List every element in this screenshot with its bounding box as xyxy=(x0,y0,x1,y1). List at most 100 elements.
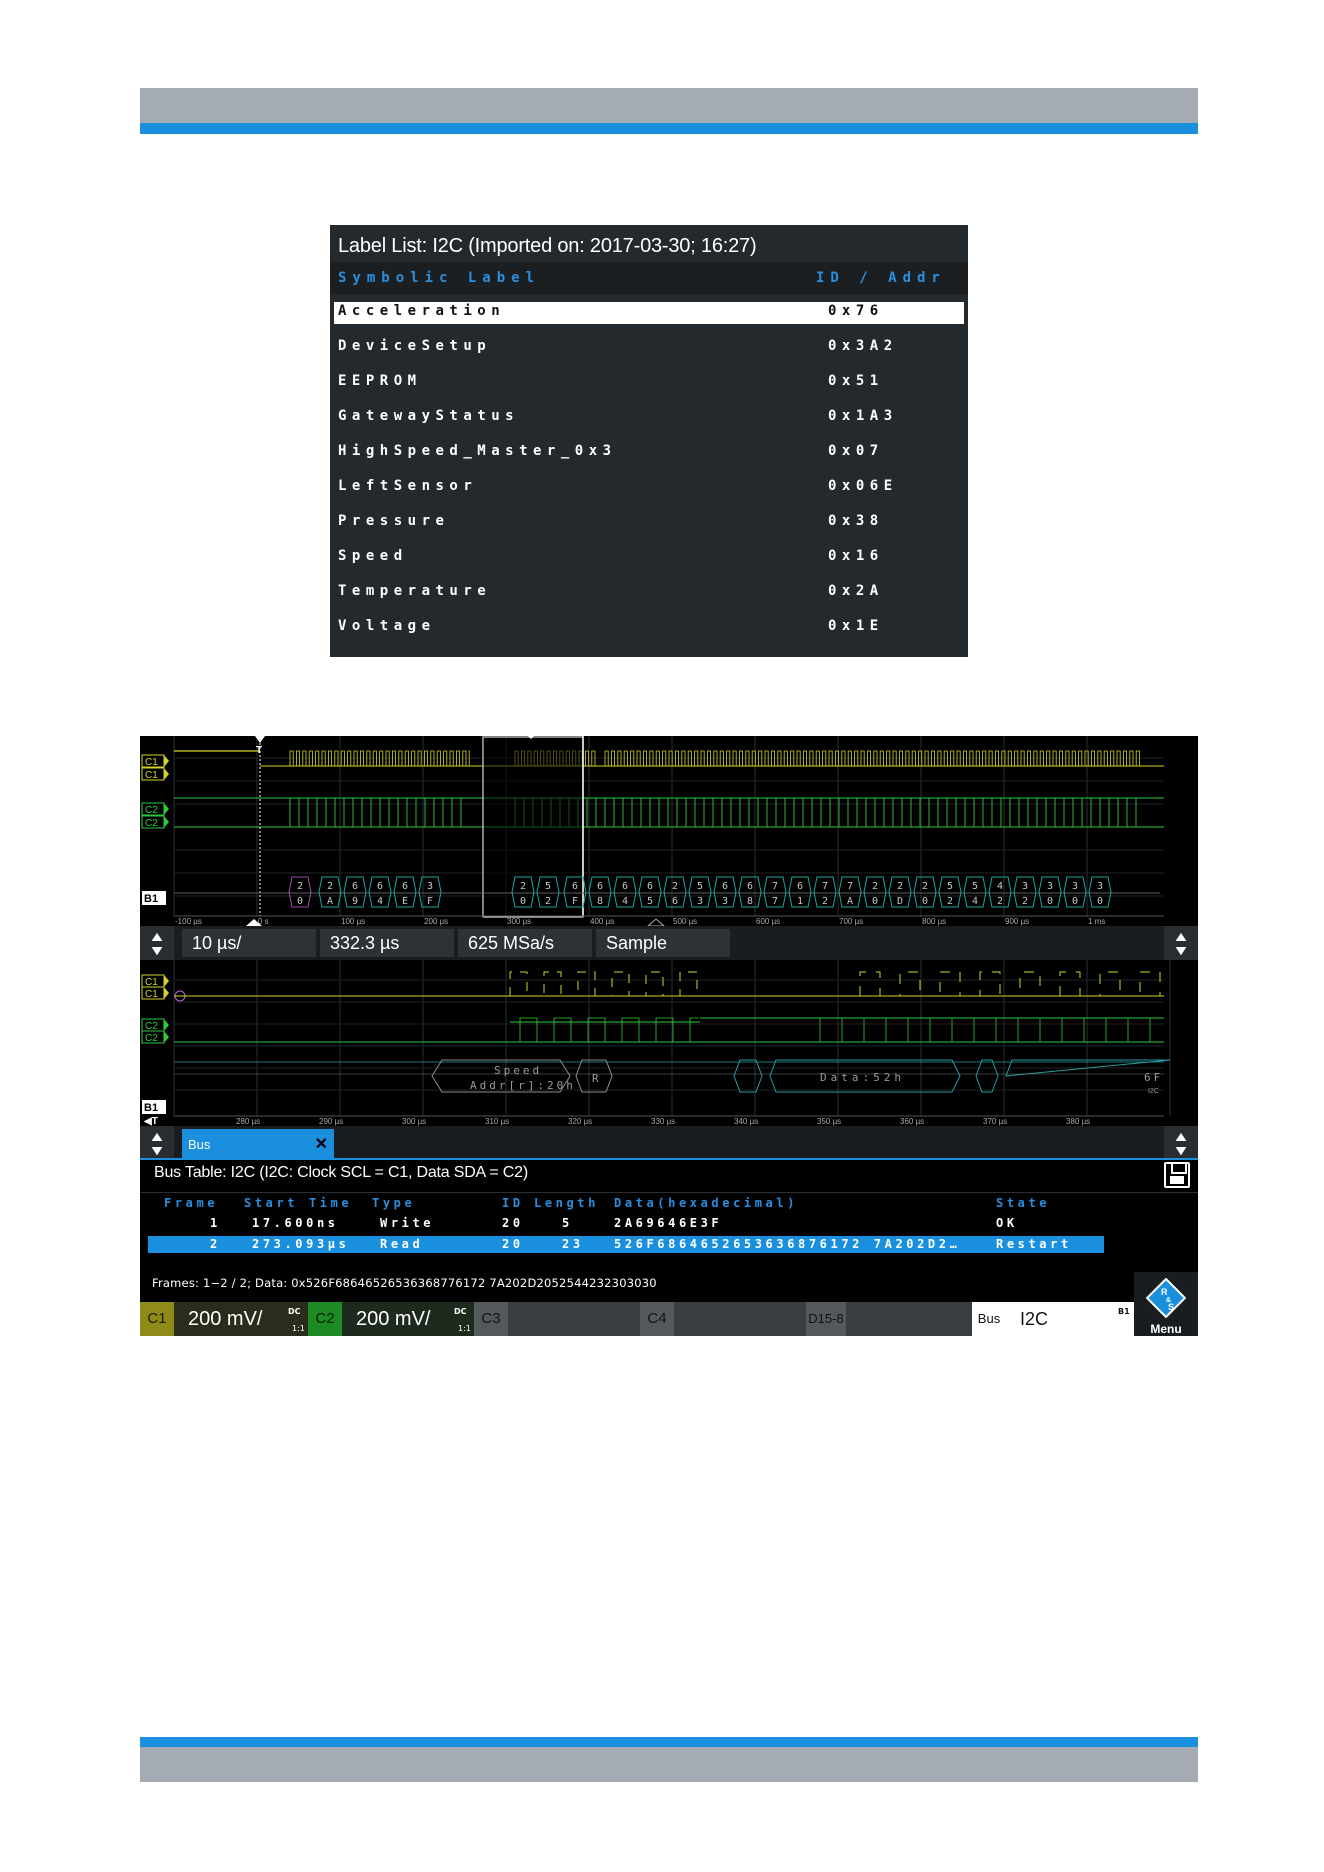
channel-bus[interactable]: Bus I2C B1 xyxy=(972,1302,1134,1336)
col-data[interactable]: Data(hexadecimal) xyxy=(614,1196,798,1210)
svg-text:C1: C1 xyxy=(145,757,158,768)
label-row[interactable]: EEPROM 0x51 xyxy=(334,372,964,394)
bus-digit-low: 0 xyxy=(297,896,303,907)
bus-digit-high: 6 xyxy=(597,881,603,892)
svg-text:C2: C2 xyxy=(145,818,158,829)
channel-c1-tag: C1 xyxy=(140,1302,174,1336)
resize-handle-right[interactable]: ▲ ▼ xyxy=(1164,926,1198,960)
label-row[interactable]: HighSpeed_Master_0x3 0x07 xyxy=(334,442,964,464)
channel-c1[interactable]: C1 200 mV/ DC 1:1 xyxy=(140,1302,308,1336)
bus-digit-low: 4 xyxy=(972,896,978,907)
label-row-id: 0x3A2 xyxy=(828,338,898,354)
channel-tag-b1: B1 xyxy=(142,1100,166,1114)
channel-c2[interactable]: C2 200 mV/ DC 1:1 xyxy=(308,1302,474,1336)
bus-table-row[interactable]: 1 17.600ns Write 20 5 2A69646E3F OK xyxy=(148,1215,1104,1232)
label-list-title: Label List: I2C (Imported on: 2017-03-30… xyxy=(338,235,757,257)
channel-bar: C1 200 mV/ DC 1:1 C2 200 mV/ DC 1:1 C3 C… xyxy=(140,1302,1198,1336)
bus-table-row[interactable]: 2 273.093µs Read 20 23 526F686465265363687617… xyxy=(148,1236,1104,1253)
label-row[interactable]: Acceleration 0x76 xyxy=(334,302,964,324)
save-icon[interactable] xyxy=(1164,1162,1190,1188)
col-state[interactable]: State xyxy=(996,1196,1050,1210)
label-row-name: Speed xyxy=(338,548,408,564)
svg-text:C1: C1 xyxy=(145,977,158,988)
label-row[interactable]: LeftSensor 0x06E xyxy=(334,477,964,499)
label-row-id: 0x76 xyxy=(828,303,884,319)
zoom-waveform-panel[interactable]: C1C1 C2C2 B1 Speed Addr[r]:20h R Data:52h 6F I2C… xyxy=(140,960,1198,1126)
label-row-id: 0x38 xyxy=(828,513,884,529)
bus-digit-high: 5 xyxy=(972,881,978,892)
label-row-name: Acceleration xyxy=(338,303,506,319)
bus-table-cell-data: 526F6864652653636876172 7A202D2… xyxy=(614,1237,961,1251)
time-tick-label: 330 µs xyxy=(651,1117,675,1126)
bus-table-cell-id: 20 xyxy=(502,1216,524,1230)
label-row[interactable]: Voltage 0x1E xyxy=(334,617,964,639)
label-row-name: GatewayStatus xyxy=(338,408,520,424)
svg-text:B1: B1 xyxy=(144,1102,158,1114)
bus-digit-low: 5 xyxy=(647,896,653,907)
bus-table: Bus Table: I2C (I2C: Clock SCL = C1, Dat… xyxy=(140,1160,1198,1302)
bus-table-cell-start: 273.093µs xyxy=(252,1237,350,1251)
bus-digit-high: 6 xyxy=(377,881,383,892)
bus-digit-low: 6 xyxy=(672,896,678,907)
time-tick-label: 290 µs xyxy=(319,1117,343,1126)
bus-digit-low: 2 xyxy=(997,896,1003,907)
horizontal-scale[interactable]: 10 µs/ xyxy=(182,929,316,957)
col-start-time[interactable]: Start Time xyxy=(244,1196,352,1210)
bus-table-title: Bus Table: I2C (I2C: Clock SCL = C1, Dat… xyxy=(154,1164,528,1181)
close-icon[interactable]: ✕ xyxy=(315,1129,328,1160)
resize-handle-lower[interactable]: ▲ ▼ xyxy=(140,1126,174,1160)
bus-digit-low: F xyxy=(572,896,578,907)
label-row-id: 0x06E xyxy=(828,478,898,494)
bus-digit-low: 3 xyxy=(697,896,703,907)
label-row[interactable]: DeviceSetup 0x3A2 xyxy=(334,337,964,359)
decode-data-label: Data:52h xyxy=(820,1071,905,1084)
decode-bus-label: I2C xyxy=(1148,1088,1159,1095)
label-row[interactable]: Temperature 0x2A xyxy=(334,582,964,604)
bus-tab-bar: ▲ ▼ Bus ✕ ▲ ▼ xyxy=(140,1126,1198,1160)
sample-rate[interactable]: 625 MSa/s xyxy=(458,929,592,957)
horizontal-position[interactable]: 332.3 µs xyxy=(320,929,454,957)
col-frame[interactable]: Frame xyxy=(164,1196,218,1210)
svg-text:C2: C2 xyxy=(145,1033,158,1044)
bus-table-cell-length: 23 xyxy=(562,1237,584,1251)
footer-accent-band xyxy=(140,1737,1198,1747)
bus-digit-low: 0 xyxy=(922,896,928,907)
bus-digit-high: 5 xyxy=(947,881,953,892)
bus-digit-low: 2 xyxy=(822,896,828,907)
bus-digit-low: 0 xyxy=(1047,896,1053,907)
label-row-name: HighSpeed_Master_0x3 xyxy=(338,443,617,459)
time-tick-label: 300 µs xyxy=(402,1117,426,1126)
col-id[interactable]: ID xyxy=(502,1196,524,1210)
bus-digit-high: 3 xyxy=(1022,881,1028,892)
resize-handle-lower-right[interactable]: ▲ ▼ xyxy=(1164,1126,1198,1160)
bus-digit-low: 4 xyxy=(377,896,383,907)
bus-table-cell-type: Read xyxy=(380,1237,424,1251)
channel-digital[interactable]: D15-8 xyxy=(806,1302,972,1336)
col-length[interactable]: Length xyxy=(534,1196,599,1210)
acquisition-mode[interactable]: Sample xyxy=(596,929,730,957)
label-row-name: Voltage xyxy=(338,618,436,634)
label-row-id: 0x2A xyxy=(828,583,884,599)
col-type[interactable]: Type xyxy=(372,1196,415,1210)
zoom-window xyxy=(482,736,584,918)
overview-waveform-panel[interactable]: C1 C1 C2 C2 B1 T 2 0 2 A 6 9 6 4 6 E 3 F 2 0 5 2 6 F 6 8 6 4 6 5 2 6 5 3 6… xyxy=(140,736,1198,926)
label-row[interactable]: GatewayStatus 0x1A3 xyxy=(334,407,964,429)
resize-handle-upper[interactable]: ▲ ▼ xyxy=(140,926,174,960)
menu-button[interactable]: R & S Menu xyxy=(1134,1272,1198,1336)
bus-table-cell-state: OK xyxy=(996,1216,1018,1230)
channel-c3[interactable]: C3 xyxy=(474,1302,640,1336)
bus-digit-high: 6 xyxy=(797,881,803,892)
svg-text:C2: C2 xyxy=(145,1021,158,1032)
decode-address-label: Addr[r]:20h xyxy=(470,1079,576,1092)
header-accent-band xyxy=(140,123,1198,134)
channel-c4[interactable]: C4 xyxy=(640,1302,806,1336)
bus-digit-low: 2 xyxy=(1022,896,1028,907)
bus-digit-low: A xyxy=(327,896,333,907)
time-tick-label: 380 µs xyxy=(1066,1117,1090,1126)
tab-bus[interactable]: Bus ✕ xyxy=(182,1129,334,1160)
label-row[interactable]: Speed 0x16 xyxy=(334,547,964,569)
channel-c3-tag: C3 xyxy=(474,1302,508,1336)
bus-digit-high: 3 xyxy=(427,881,433,892)
time-tick-label: 340 µs xyxy=(734,1117,758,1126)
label-row[interactable]: Pressure 0x38 xyxy=(334,512,964,534)
